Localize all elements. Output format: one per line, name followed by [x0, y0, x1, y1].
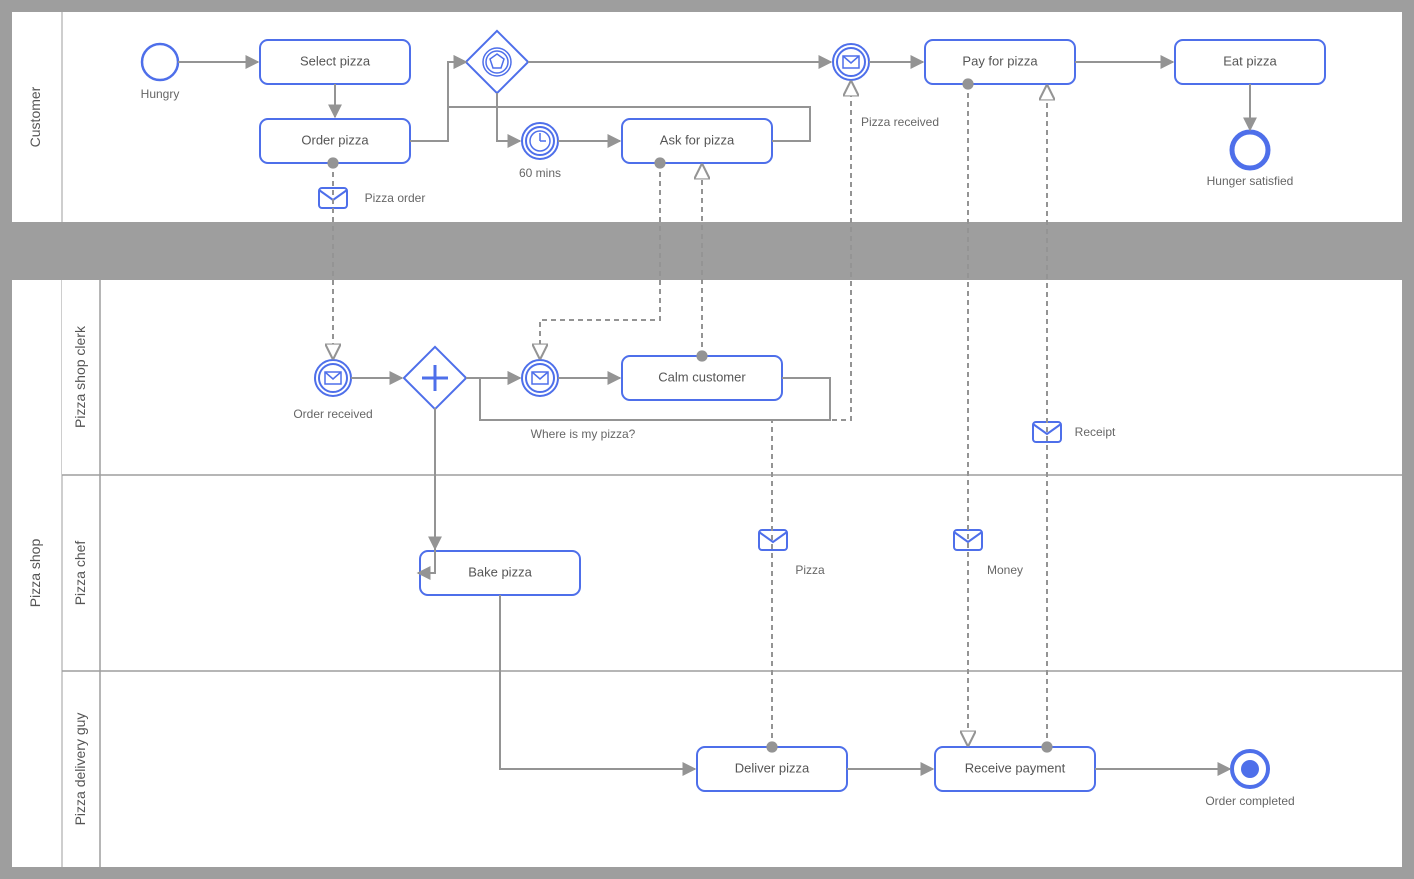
timer-event-60mins-label: 60 mins	[519, 166, 561, 180]
task-select-pizza[interactable]: Select pizza	[260, 40, 410, 84]
data-object-receipt-label: Receipt	[1075, 425, 1116, 439]
task-pay-for-pizza[interactable]: Pay for pizza	[925, 40, 1075, 84]
message-event-order-received-label: Order received	[293, 407, 372, 421]
task-order-pizza-label: Order pizza	[301, 132, 369, 147]
pool-customer-label: Customer	[27, 86, 43, 147]
task-ask-for-pizza-label: Ask for pizza	[660, 132, 735, 147]
task-eat-pizza-label: Eat pizza	[1223, 53, 1277, 68]
task-receive-payment-label: Receive payment	[965, 760, 1066, 775]
message-event-pizza-received-label: Pizza received	[861, 115, 939, 129]
task-receive-payment[interactable]: Receive payment	[935, 747, 1095, 791]
task-bake-pizza-label: Bake pizza	[468, 564, 532, 579]
end-event-hunger-satisfied-label: Hunger satisfied	[1207, 174, 1294, 188]
task-ask-for-pizza[interactable]: Ask for pizza	[622, 119, 772, 163]
task-eat-pizza[interactable]: Eat pizza	[1175, 40, 1325, 84]
lane-clerk-label: Pizza shop clerk	[72, 325, 88, 428]
timer-event-60mins[interactable]: 60 mins	[519, 123, 561, 180]
task-order-pizza[interactable]: Order pizza	[260, 119, 410, 163]
start-event-hungry-label: Hungry	[141, 87, 180, 101]
data-object-pizza-label: Pizza	[795, 563, 825, 577]
pool-shop-label: Pizza shop	[27, 539, 43, 608]
task-deliver-pizza[interactable]: Deliver pizza	[697, 747, 847, 791]
message-event-where-is-my-pizza-label: Where is my pizza?	[531, 427, 636, 441]
data-object-pizza-order-label: Pizza order	[365, 191, 426, 205]
task-calm-customer-label: Calm customer	[658, 369, 746, 384]
data-object-money-label: Money	[987, 563, 1023, 577]
lane-chef-label: Pizza chef	[72, 541, 88, 606]
task-pay-for-pizza-label: Pay for pizza	[962, 53, 1038, 68]
start-event-hungry[interactable]: Hungry	[141, 44, 180, 101]
task-bake-pizza[interactable]: Bake pizza	[420, 551, 580, 595]
end-event-order-completed-label: Order completed	[1205, 794, 1294, 808]
task-deliver-pizza-label: Deliver pizza	[735, 760, 810, 775]
task-select-pizza-label: Select pizza	[300, 53, 371, 68]
task-calm-customer[interactable]: Calm customer	[622, 356, 782, 400]
lane-delivery-label: Pizza delivery guy	[72, 713, 88, 826]
